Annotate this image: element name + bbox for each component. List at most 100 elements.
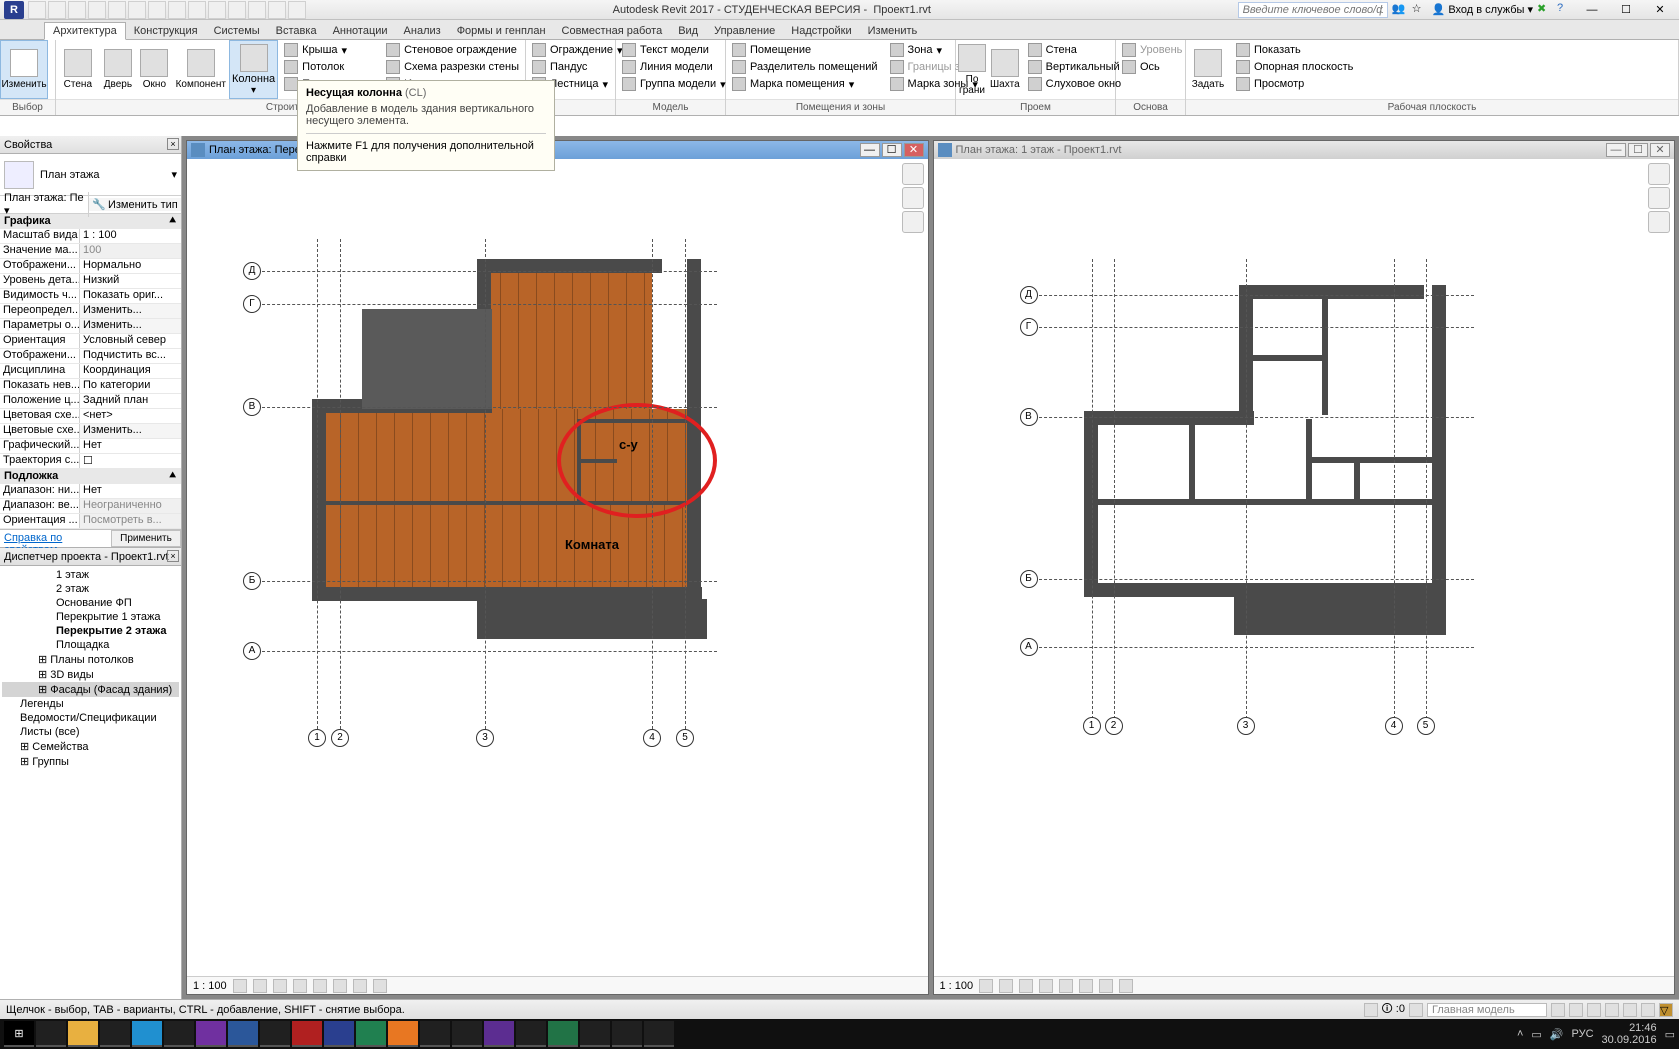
tray-volume-icon[interactable]: 🔊 bbox=[1550, 1028, 1564, 1041]
tree-item[interactable]: Легенды bbox=[2, 697, 179, 711]
railing-button[interactable]: Ограждение ▾ bbox=[528, 42, 627, 58]
main-model-dropdown[interactable]: Главная модель bbox=[1427, 1003, 1547, 1017]
task-app6-icon[interactable] bbox=[516, 1021, 546, 1047]
tree-item[interactable]: Перекрытие 1 этажа bbox=[2, 610, 179, 624]
exchange-icon[interactable]: ✖ bbox=[1537, 2, 1553, 18]
set-workplane-button[interactable]: Задать bbox=[1186, 40, 1230, 99]
task-chrome-icon[interactable] bbox=[100, 1021, 130, 1047]
qat-3d-icon[interactable] bbox=[208, 1, 226, 19]
tray-notifications-icon[interactable]: ▭ bbox=[1665, 1028, 1675, 1041]
login-link[interactable]: 👤 Вход в службы ▾ bbox=[1432, 3, 1533, 16]
tab-massing[interactable]: Формы и генплан bbox=[449, 23, 554, 39]
star-icon[interactable]: ☆ bbox=[1412, 2, 1428, 18]
tab-analyze[interactable]: Анализ bbox=[396, 23, 449, 39]
show-workplane-button[interactable]: Показать bbox=[1232, 42, 1357, 58]
model-line-button[interactable]: Линия модели bbox=[618, 59, 730, 75]
property-row[interactable]: Отображени...Подчистить вс... bbox=[0, 349, 181, 364]
search-input[interactable] bbox=[1238, 2, 1388, 18]
tab-addins[interactable]: Надстройки bbox=[783, 23, 859, 39]
door-button[interactable]: Дверь bbox=[100, 40, 136, 99]
view-max-button[interactable]: ☐ bbox=[1628, 143, 1648, 157]
workset-icon[interactable] bbox=[1409, 1003, 1423, 1017]
section-graphics[interactable]: Графика⯅ bbox=[0, 214, 181, 229]
section-underlay[interactable]: Подложка⯅ bbox=[0, 469, 181, 484]
tab-architecture[interactable]: Архитектура bbox=[44, 22, 126, 40]
tab-systems[interactable]: Системы bbox=[206, 23, 268, 39]
filter-funnel-icon[interactable]: ▽ bbox=[1659, 1003, 1673, 1017]
property-row[interactable]: ДисциплинаКоординация bbox=[0, 364, 181, 379]
help-icon[interactable]: ? bbox=[1557, 2, 1573, 18]
room-button[interactable]: Помещение bbox=[728, 42, 882, 58]
property-row[interactable]: Цветовая схе...<нет> bbox=[0, 409, 181, 424]
property-row[interactable]: Диапазон: ни...Нет bbox=[0, 484, 181, 499]
crop-icon[interactable] bbox=[313, 979, 327, 993]
qat-thin-icon[interactable] bbox=[248, 1, 266, 19]
grid-button[interactable]: Ось bbox=[1118, 59, 1186, 75]
crop-region-icon[interactable] bbox=[333, 979, 347, 993]
property-row[interactable]: Траектория с...☐ bbox=[0, 454, 181, 469]
tray-clock[interactable]: 21:4630.09.2016 bbox=[1602, 1022, 1657, 1046]
task-explorer-icon[interactable] bbox=[68, 1021, 98, 1047]
subscription-icon[interactable]: 👥 bbox=[1392, 2, 1408, 18]
task-onenote-icon[interactable] bbox=[196, 1021, 226, 1047]
property-row[interactable]: ОриентацияУсловный север bbox=[0, 334, 181, 349]
opening-vertical-button[interactable]: Вертикальный bbox=[1024, 59, 1126, 75]
task-yandex-icon[interactable] bbox=[164, 1021, 194, 1047]
task-app5-icon[interactable] bbox=[452, 1021, 482, 1047]
sun-path-icon[interactable] bbox=[273, 979, 287, 993]
nav-home-icon[interactable] bbox=[1648, 163, 1670, 185]
detail-level-icon[interactable] bbox=[233, 979, 247, 993]
nav-zoom-icon[interactable] bbox=[902, 187, 924, 209]
qat-dim-icon[interactable] bbox=[148, 1, 166, 19]
nav-pan-icon[interactable] bbox=[902, 211, 924, 233]
opening-dormer-button[interactable]: Слуховое окно bbox=[1024, 76, 1126, 92]
task-app4-icon[interactable] bbox=[420, 1021, 450, 1047]
view-min-button[interactable]: — bbox=[860, 143, 880, 157]
tree-item[interactable]: Ведомости/Спецификации bbox=[2, 711, 179, 725]
property-row[interactable]: Параметры о...Изменить... bbox=[0, 319, 181, 334]
nav-pan-icon[interactable] bbox=[1648, 211, 1670, 233]
tag-room-button[interactable]: Марка помещения ▾ bbox=[728, 76, 882, 92]
filter-icon[interactable] bbox=[1364, 1003, 1378, 1017]
view-min-button[interactable]: — bbox=[1606, 143, 1626, 157]
properties-help-link[interactable]: Справка по свойствам bbox=[0, 530, 111, 547]
view-close-button[interactable]: ✕ bbox=[1650, 143, 1670, 157]
qat-undo-icon[interactable] bbox=[68, 1, 86, 19]
canvas-left[interactable]: Д Г В Б А 1 2 3 4 5 с bbox=[187, 159, 928, 976]
maximize-button[interactable]: ☐ bbox=[1611, 1, 1641, 19]
property-row[interactable]: Ориентация ...Посмотреть в... bbox=[0, 514, 181, 529]
property-row[interactable]: Отображени...Нормально bbox=[0, 259, 181, 274]
opening-wall-button[interactable]: Стена bbox=[1024, 42, 1126, 58]
task-calc-icon[interactable] bbox=[644, 1021, 674, 1047]
component-button[interactable]: Компонент bbox=[173, 40, 229, 99]
task-app2-icon[interactable] bbox=[356, 1021, 386, 1047]
task-excel-icon[interactable] bbox=[548, 1021, 578, 1047]
tree-item[interactable]: ⊞ 3D виды bbox=[2, 667, 179, 682]
tab-manage[interactable]: Управление bbox=[706, 23, 783, 39]
edit-type-button[interactable]: 🔧 Изменить тип bbox=[89, 198, 181, 211]
qat-tag-icon[interactable] bbox=[168, 1, 186, 19]
tree-item[interactable]: Листы (все) bbox=[2, 725, 179, 739]
qat-text-icon[interactable] bbox=[188, 1, 206, 19]
task-autocad-icon[interactable] bbox=[292, 1021, 322, 1047]
scale-display[interactable]: 1 : 100 bbox=[940, 980, 974, 992]
shadows-icon[interactable] bbox=[293, 979, 307, 993]
tray-language[interactable]: РУС bbox=[1572, 1028, 1594, 1040]
modify-button[interactable]: Изменить bbox=[0, 40, 48, 99]
qat-open-icon[interactable] bbox=[28, 1, 46, 19]
qat-redo-icon[interactable] bbox=[88, 1, 106, 19]
tab-modify[interactable]: Изменить bbox=[860, 23, 926, 39]
tree-item[interactable]: 2 этаж bbox=[2, 582, 179, 596]
instance-selector[interactable]: План этажа: Пе ▾ bbox=[0, 192, 89, 217]
tab-insert[interactable]: Вставка bbox=[268, 23, 325, 39]
wall-button[interactable]: Стена bbox=[56, 40, 100, 99]
property-row[interactable]: Цветовые схе...Изменить... bbox=[0, 424, 181, 439]
curtain-grid-button[interactable]: Схема разрезки стены bbox=[382, 59, 523, 75]
task-paint-icon[interactable] bbox=[580, 1021, 610, 1047]
close-button[interactable]: ✕ bbox=[1645, 1, 1675, 19]
property-row[interactable]: Значение ма...100 bbox=[0, 244, 181, 259]
room-separator-button[interactable]: Разделитель помещений bbox=[728, 59, 882, 75]
task-notepad-icon[interactable] bbox=[612, 1021, 642, 1047]
minimize-button[interactable]: — bbox=[1577, 1, 1607, 19]
property-row[interactable]: Показать нев...По категории bbox=[0, 379, 181, 394]
